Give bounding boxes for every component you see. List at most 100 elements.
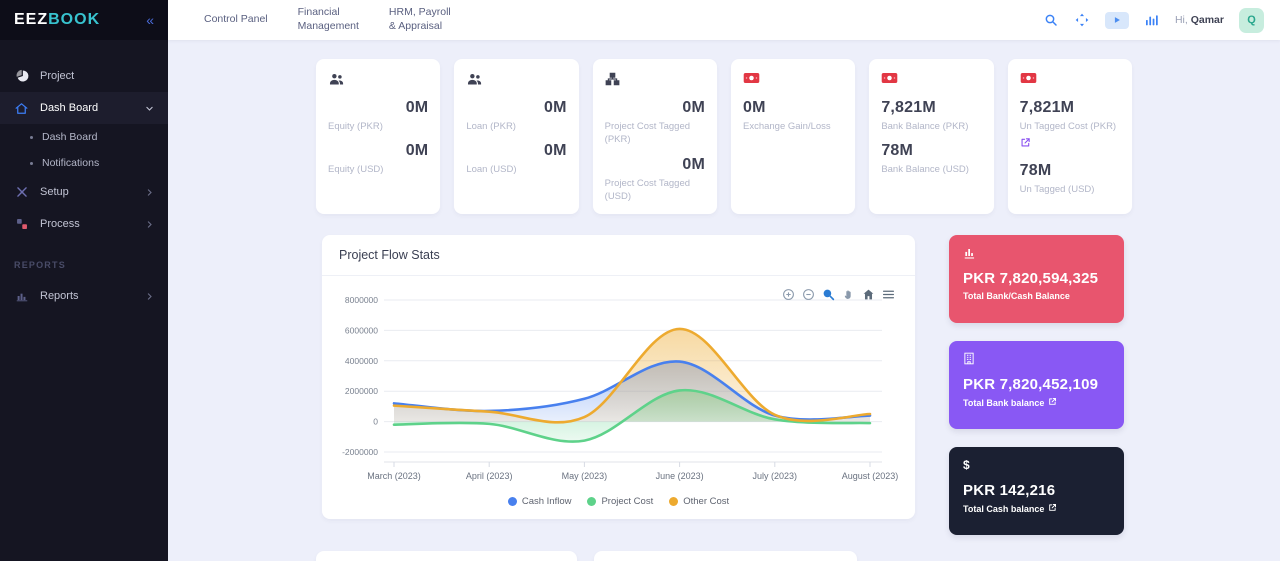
stat-value: 0M	[466, 142, 566, 160]
home-reset-icon[interactable]	[862, 288, 875, 301]
tab-label: & Appraisal	[389, 20, 451, 34]
stat-value: 0M	[605, 99, 705, 117]
menu-icon[interactable]	[882, 288, 895, 301]
stat-card-exchange: 0M Exchange Gain/Loss	[731, 59, 855, 214]
stats-bars-icon[interactable]	[1144, 12, 1160, 28]
summary-label: Total Bank/Cash Balance	[963, 291, 1110, 301]
process-icon	[14, 217, 29, 232]
total-cash-balance-card: $ PKR 142,216 Total Cash balance	[949, 447, 1124, 535]
dollar-sign-icon: $	[963, 458, 1110, 474]
chart-title: Project Flow Stats	[322, 235, 915, 276]
stat-label: Project Cost Tagged (PKR)	[605, 120, 705, 147]
zoom-in-icon[interactable]	[782, 288, 795, 301]
app-logo: EEZBOOK	[14, 11, 100, 29]
stat-label: Equity (PKR)	[328, 120, 428, 133]
project-flow-panel: Project Flow Stats	[322, 235, 915, 519]
project-flow-chart: 80000006000000400000020000000-2000000Mar…	[338, 286, 899, 489]
stat-label: Exchange Gain/Loss	[743, 120, 843, 133]
stat-value: 7,821M	[1020, 99, 1120, 117]
legend-dot	[587, 497, 596, 506]
stat-card-untagged-cost: 7,821M Un Tagged Cost (PKR) 78M Un Tagge…	[1008, 59, 1132, 214]
expand-arrows-icon[interactable]	[1074, 12, 1090, 28]
tab-label: HRM, Payroll	[389, 6, 451, 20]
stat-card-equity: 0M Equity (PKR) 0M Equity (USD)	[316, 59, 440, 214]
external-link-icon[interactable]	[1048, 397, 1057, 408]
sitemap-icon	[605, 72, 705, 90]
stat-label: Bank Balance (PKR)	[881, 120, 981, 133]
username: Qamar	[1191, 14, 1224, 26]
summary-label-text: Total Cash balance	[963, 504, 1044, 514]
sidebar-subitem-notifications[interactable]: Notifications	[0, 150, 168, 176]
users-group-icon	[328, 72, 428, 90]
app-root: EEZBOOK « Project Dash Board	[0, 0, 1280, 561]
tab-financial-management[interactable]: Financial Management	[298, 6, 359, 33]
external-link-icon[interactable]	[1020, 135, 1120, 153]
sidebar-item-label: Reports	[40, 290, 79, 302]
sidebar-nav: Project Dash Board Dash Board Notificati…	[0, 40, 168, 312]
bottom-card-left	[316, 551, 577, 561]
stat-value: 78M	[1020, 162, 1120, 180]
selection-zoom-icon[interactable]	[822, 288, 835, 301]
tab-control-panel[interactable]: Control Panel	[204, 13, 268, 27]
sidebar-subitem-label: Dash Board	[42, 131, 97, 143]
summary-value: PKR 7,820,452,109	[963, 376, 1110, 393]
bullet-dot-icon	[30, 162, 33, 165]
sidebar-subitem-label: Notifications	[42, 157, 99, 169]
summary-cards: PKR 7,820,594,325 Total Bank/Cash Balanc…	[949, 235, 1124, 535]
sidebar-item-label: Project	[40, 70, 74, 82]
bottom-card-right	[594, 551, 857, 561]
tab-label: Control Panel	[204, 13, 268, 27]
users-group-icon	[466, 72, 566, 90]
chevron-right-icon	[145, 292, 154, 301]
legend-item-other-cost[interactable]: Other Cost	[669, 496, 729, 507]
stat-label: Bank Balance (USD)	[881, 163, 981, 176]
search-icon[interactable]	[1043, 12, 1059, 28]
stat-label: Loan (USD)	[466, 163, 566, 176]
sidebar-subitem-dashboard[interactable]: Dash Board	[0, 124, 168, 150]
stat-value: 7,821M	[881, 99, 981, 117]
svg-text:April (2023): April (2023)	[466, 471, 513, 481]
svg-text:-2000000: -2000000	[342, 447, 378, 457]
banknote-icon	[1020, 72, 1120, 90]
sidebar-item-dashboard[interactable]: Dash Board	[0, 92, 168, 124]
avatar[interactable]: Q	[1239, 8, 1264, 33]
sidebar-item-project[interactable]: Project	[0, 60, 168, 92]
stat-card-bank-balance: 7,821M Bank Balance (PKR) 78M Bank Balan…	[869, 59, 993, 214]
legend-dot	[669, 497, 678, 506]
legend-item-cash-inflow[interactable]: Cash Inflow	[508, 496, 572, 507]
pan-icon[interactable]	[842, 288, 855, 301]
stat-value: 0M	[743, 99, 843, 117]
external-link-icon[interactable]	[1048, 503, 1057, 514]
tools-icon	[14, 185, 29, 200]
stat-label: Loan (PKR)	[466, 120, 566, 133]
svg-text:May (2023): May (2023)	[562, 471, 608, 481]
legend-item-project-cost[interactable]: Project Cost	[587, 496, 653, 507]
sidebar-collapse-icon[interactable]: «	[146, 12, 154, 28]
summary-value: PKR 7,820,594,325	[963, 270, 1110, 287]
summary-label: Total Cash balance	[963, 503, 1110, 514]
logo-band: EEZBOOK «	[0, 0, 168, 40]
stat-value: 0M	[328, 99, 428, 117]
svg-text:2000000: 2000000	[345, 386, 378, 396]
logo-text-book: BOOK	[48, 11, 100, 28]
tab-hrm-payroll[interactable]: HRM, Payroll & Appraisal	[389, 6, 451, 33]
sidebar-item-reports[interactable]: Reports	[0, 280, 168, 312]
module-tabs: Control Panel Financial Management HRM, …	[204, 6, 451, 33]
pie-chart-icon	[14, 69, 29, 84]
svg-text:4000000: 4000000	[345, 356, 378, 366]
stat-label: Un Tagged (USD)	[1020, 183, 1120, 196]
tab-label: Management	[298, 20, 359, 34]
content-area: 0M Equity (PKR) 0M Equity (USD) 0M Loan …	[168, 40, 1280, 561]
play-icon[interactable]	[1105, 12, 1129, 29]
chart-toolbar	[782, 288, 895, 301]
sidebar-item-setup[interactable]: Setup	[0, 176, 168, 208]
tab-label: Financial	[298, 6, 359, 20]
legend-label: Other Cost	[683, 496, 729, 507]
bullet-dot-icon	[30, 136, 33, 139]
chart-wrap: 80000006000000400000020000000-2000000Mar…	[322, 276, 915, 519]
sidebar-item-process[interactable]: Process	[0, 208, 168, 240]
legend-dot	[508, 497, 517, 506]
summary-label-text: Total Bank balance	[963, 398, 1044, 408]
total-bank-balance-card: PKR 7,820,452,109 Total Bank balance	[949, 341, 1124, 429]
zoom-out-icon[interactable]	[802, 288, 815, 301]
